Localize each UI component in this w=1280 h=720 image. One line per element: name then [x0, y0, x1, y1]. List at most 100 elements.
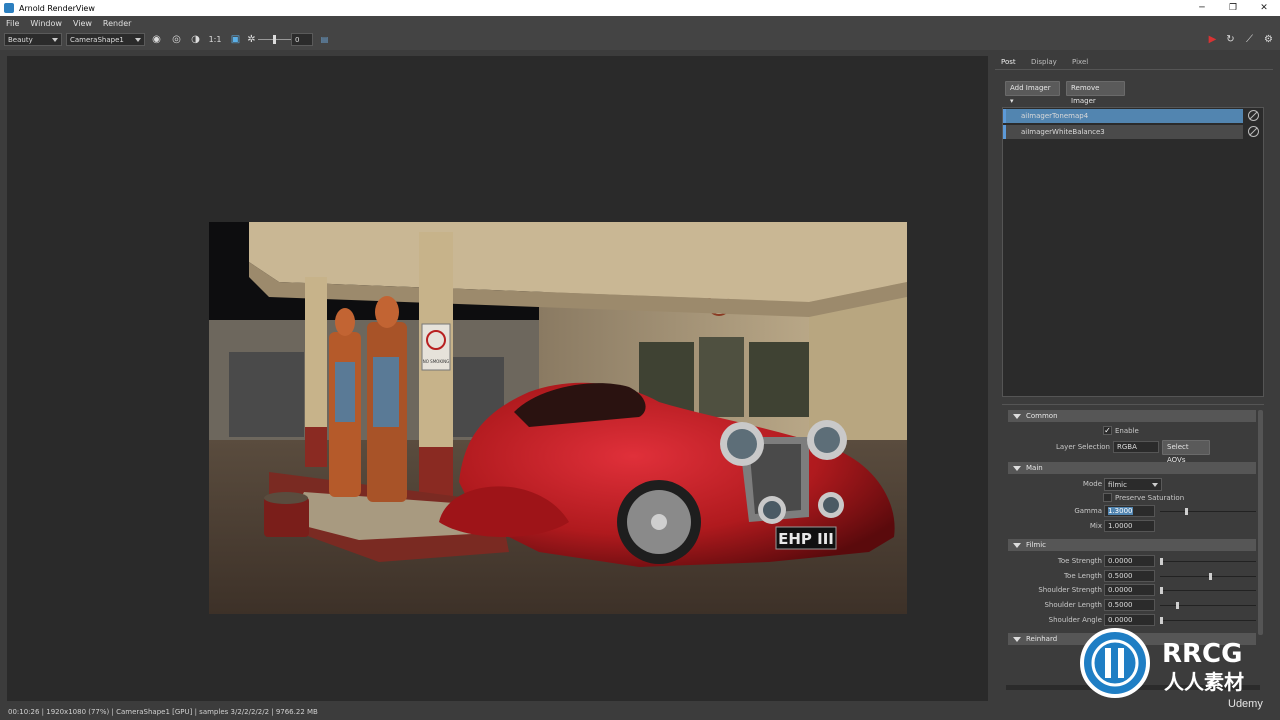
tab-display[interactable]: Display [1031, 58, 1057, 66]
section-common[interactable]: Common [1008, 410, 1256, 422]
menu-render[interactable]: Render [103, 19, 131, 28]
aov-select[interactable]: Beauty [4, 33, 62, 46]
no-smoking-sign-text: NO SMOKING [423, 359, 449, 364]
section-reinhard-label: Reinhard [1026, 635, 1058, 643]
shoulder-angle-label: Shoulder Angle [1048, 616, 1102, 624]
shoulder-strength-field[interactable]: 0.0000 [1104, 584, 1155, 596]
rgb-channel-icon[interactable]: ◎ [170, 33, 183, 46]
restore-icon[interactable]: ❐ [1217, 0, 1249, 16]
toe-strength-handle[interactable] [1160, 558, 1163, 565]
render-image: NO SMOKING EHP III [209, 222, 907, 614]
menu-window[interactable]: Window [30, 19, 62, 28]
shoulder-length-handle[interactable] [1176, 602, 1179, 609]
mode-label: Mode [1082, 480, 1102, 488]
select-aovs-button[interactable]: Select AOVs [1162, 440, 1210, 464]
gamma-label: Gamma [1074, 507, 1102, 515]
rrcg-logo: RRCG 人人素材 [1080, 628, 1244, 698]
ratio-label: 1:1 [208, 35, 222, 44]
imager-list [1002, 107, 1264, 397]
tab-pixel[interactable]: Pixel [1072, 58, 1088, 66]
window-title: Arnold RenderView [19, 3, 95, 13]
shoulder-strength-handle[interactable] [1160, 587, 1163, 594]
add-imager-button[interactable]: Add Imager ▾ [1005, 81, 1060, 105]
shoulder-length-field[interactable]: 0.5000 [1104, 599, 1155, 611]
toe-length-value: 0.5000 [1108, 572, 1133, 580]
collapse-triangle-icon [1013, 543, 1021, 548]
arnold-app-icon [4, 3, 14, 13]
aov-select-value: Beauty [8, 36, 33, 44]
udemy-logo: Udemy [1228, 698, 1263, 710]
toe-strength-slider[interactable] [1160, 561, 1256, 562]
status-bar: 00:10:26 | 1920x1080 (77%) | CameraShape… [0, 705, 1280, 720]
disable-imager-icon[interactable] [1248, 126, 1259, 137]
remove-imager-label: Remove Imager [1071, 84, 1100, 105]
remove-imager-button[interactable]: Remove Imager [1066, 81, 1125, 105]
section-main[interactable]: Main [1008, 462, 1256, 474]
gamma-field[interactable]: 1.3000 [1104, 505, 1155, 517]
collapse-triangle-icon [1013, 414, 1021, 419]
mix-label: Mix [1089, 522, 1102, 530]
layer-selection-field[interactable]: RGBA [1113, 441, 1159, 453]
attribute-scrollbar[interactable] [1258, 410, 1263, 635]
menu-file[interactable]: File [6, 19, 19, 28]
toe-length-handle[interactable] [1209, 573, 1212, 580]
gamma-slider-handle[interactable] [1185, 508, 1188, 515]
imager-item-label: aiImagerTonemap4 [1021, 112, 1089, 120]
collapse-triangle-icon [1013, 466, 1021, 471]
toe-length-label: Toe Length [1063, 572, 1102, 580]
imager-item-whitebalance[interactable]: aiImagerWhiteBalance3 [1003, 125, 1243, 139]
camera-select[interactable]: CameraShape1 [66, 33, 145, 46]
shoulder-strength-slider[interactable] [1160, 590, 1256, 591]
section-filmic[interactable]: Filmic [1008, 539, 1256, 551]
shoulder-angle-handle[interactable] [1160, 617, 1163, 624]
exposure-slider-handle[interactable] [273, 35, 276, 44]
settings-gear-icon[interactable]: ⚙ [1262, 33, 1275, 46]
toe-length-slider[interactable] [1160, 576, 1256, 577]
close-icon[interactable]: ✕ [1248, 0, 1280, 16]
status-text: 00:10:26 | 1920x1080 (77%) | CameraShape… [8, 708, 318, 716]
layer-selection-label: Layer Selection [1055, 443, 1110, 451]
collapse-triangle-icon [1013, 637, 1021, 642]
ratio-button[interactable]: 1:1 [207, 33, 223, 46]
section-common-label: Common [1026, 412, 1058, 420]
shoulder-length-slider[interactable] [1160, 605, 1256, 606]
license-plate-text: EHP III [778, 530, 834, 548]
refresh-render-icon[interactable]: ↻ [1224, 33, 1237, 46]
enable-checkbox[interactable]: ✓ [1103, 426, 1112, 435]
mix-field[interactable]: 1.0000 [1104, 520, 1155, 532]
pause-icon[interactable]: ⟋ [1243, 33, 1256, 46]
gamma-value: 1.3000 [1108, 507, 1133, 515]
exposure-icon[interactable]: ✲ [245, 33, 258, 46]
enable-label: Enable [1115, 427, 1139, 435]
alpha-checker-icon[interactable]: ◑ [189, 33, 202, 46]
gas-station-car-render: NO SMOKING EHP III [209, 222, 907, 614]
chevron-down-icon [1152, 483, 1158, 487]
mix-value: 1.0000 [1108, 522, 1133, 530]
gamma-slider[interactable] [1160, 511, 1256, 512]
color-management-icon[interactable]: ▤ [318, 33, 331, 46]
imager-item-tonemap[interactable]: aiImagerTonemap4 [1003, 109, 1243, 123]
layer-selection-value: RGBA [1117, 443, 1137, 451]
chevron-down-icon [135, 38, 141, 42]
rrcg-watermark: RRCG 人人素材 [1078, 626, 1278, 706]
imager-color-bar [1003, 109, 1006, 123]
mode-select[interactable]: filmic [1104, 478, 1162, 491]
stop-render-icon[interactable]: ▶ [1206, 33, 1219, 46]
imager-color-bar [1003, 125, 1006, 139]
menu-view[interactable]: View [73, 19, 92, 28]
exposure-field[interactable]: 0 [291, 33, 313, 46]
shoulder-angle-slider[interactable] [1160, 620, 1256, 621]
toe-length-field[interactable]: 0.5000 [1104, 570, 1155, 582]
tab-post[interactable]: Post [1001, 58, 1016, 66]
watermark-sub: 人人素材 [1164, 670, 1244, 694]
minimize-icon[interactable]: ─ [1186, 0, 1218, 16]
disable-imager-icon[interactable] [1248, 110, 1259, 121]
shoulder-angle-field[interactable]: 0.0000 [1104, 614, 1155, 626]
toe-strength-field[interactable]: 0.0000 [1104, 555, 1155, 567]
toe-strength-value: 0.0000 [1108, 557, 1133, 565]
render-region-icon[interactable]: ◉ [150, 33, 163, 46]
shoulder-strength-label: Shoulder Strength [1038, 586, 1102, 594]
shoulder-length-value: 0.5000 [1108, 601, 1133, 609]
fit-frame-icon[interactable]: ▣ [229, 33, 242, 46]
preserve-saturation-checkbox[interactable] [1103, 493, 1112, 502]
